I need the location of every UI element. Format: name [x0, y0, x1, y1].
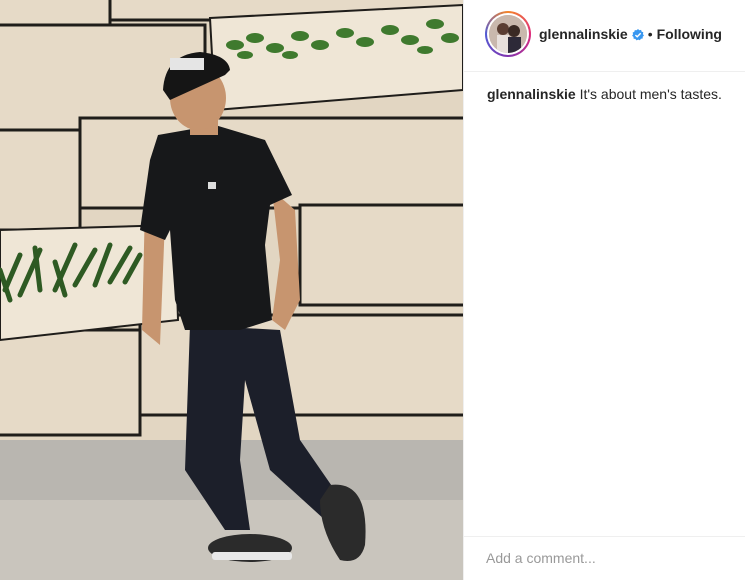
add-comment-input[interactable]	[486, 550, 726, 566]
verified-badge-icon	[631, 28, 644, 41]
post-photo-image	[0, 0, 463, 580]
post-photo[interactable]	[0, 0, 463, 580]
avatar-image	[489, 15, 527, 53]
header-separator: •	[647, 26, 653, 42]
header-text: glennalinskie • Following	[539, 26, 722, 42]
header-username[interactable]: glennalinskie	[539, 26, 628, 42]
caption-text: It's about men's tastes.	[579, 86, 722, 102]
avatar[interactable]	[487, 13, 529, 55]
following-button[interactable]: Following	[657, 26, 722, 42]
post-header: glennalinskie • Following	[464, 0, 745, 72]
instagram-post: glennalinskie • Following glennalinskie …	[0, 0, 745, 580]
comment-bar	[464, 536, 745, 580]
caption-username[interactable]: glennalinskie	[487, 86, 576, 102]
post-caption: glennalinskie It's about men's tastes.	[487, 86, 722, 102]
post-sidebar: glennalinskie • Following glennalinskie …	[463, 0, 745, 580]
avatar-story-ring[interactable]	[485, 11, 531, 57]
